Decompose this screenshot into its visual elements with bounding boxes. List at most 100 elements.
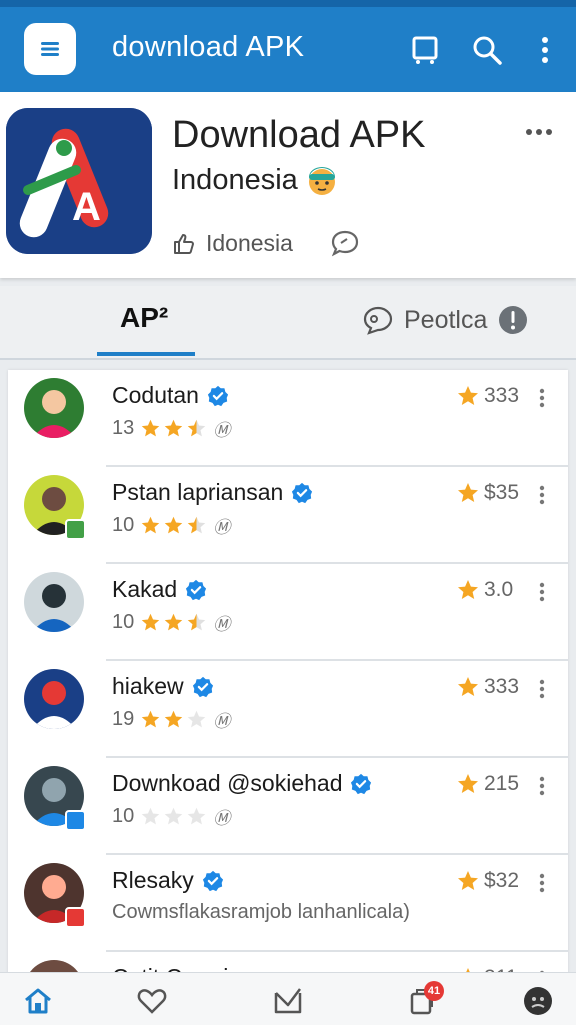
notification-badge: 41 <box>424 981 444 1001</box>
list-item[interactable]: Downkoad @sokiehad 215 10 Ⓜ <box>8 758 568 855</box>
star-icon <box>458 871 478 890</box>
item-rating-value: 333 <box>484 675 520 698</box>
avatar <box>24 572 84 632</box>
item-more-icon[interactable] <box>538 873 546 893</box>
region-label: Idonesia <box>206 230 293 256</box>
verified-icon <box>186 579 207 600</box>
alert-icon <box>499 306 528 334</box>
item-name-row: Codutan <box>112 382 229 409</box>
inbox-icon[interactable] <box>272 985 304 1017</box>
list-item[interactable]: Kakad 3.0 10 Ⓜ <box>8 564 568 661</box>
item-name: Pstan lapriansan <box>112 479 284 505</box>
more-horizontal-icon[interactable] <box>524 124 554 140</box>
item-name: Downkoad @sokiehad <box>112 770 343 796</box>
item-count: 10 <box>112 514 135 536</box>
star-icon <box>188 710 206 728</box>
item-name: hiakew <box>112 673 184 699</box>
item-tag: Ⓜ <box>213 615 231 634</box>
top-app-bar: download APK <box>0 0 576 92</box>
item-rating-value: 3.0 <box>484 578 514 601</box>
item-name: Rlesaky <box>112 867 194 893</box>
tab-bar: AP² Peotlca <box>0 286 576 360</box>
star-icon <box>458 580 478 599</box>
item-tag: Ⓜ <box>213 809 231 828</box>
active-tab-indicator <box>97 352 195 356</box>
item-name: Codutan <box>112 382 199 408</box>
star-rating <box>140 612 207 633</box>
star-icon <box>142 516 160 534</box>
item-rating: 333 <box>456 384 519 408</box>
app-title: Download APK <box>172 114 426 156</box>
thumbs-up-icon <box>174 233 194 254</box>
face-emoji-icon <box>308 166 335 195</box>
list-item[interactable]: Rlesaky $32 Cowmsflakasramjob lanhanlica… <box>8 855 568 952</box>
item-tag: Ⓜ <box>213 712 231 731</box>
item-name-row: Rlesaky <box>112 867 224 894</box>
star-rating <box>140 515 207 536</box>
item-stats: 10 Ⓜ <box>112 804 230 829</box>
item-count: 10 <box>112 611 135 633</box>
bottom-navigation: 41 <box>0 972 576 1025</box>
avatar-badge <box>65 519 86 540</box>
star-icon <box>165 613 183 631</box>
item-more-icon[interactable] <box>538 388 546 408</box>
heart-icon[interactable] <box>136 985 168 1017</box>
region-meta[interactable]: Idonesia <box>172 230 293 257</box>
app-header-card: A Download APK Indonesia Idonesia <box>0 92 576 278</box>
item-name-row: Pstan lapriansan <box>112 479 313 506</box>
verified-icon <box>351 773 372 794</box>
item-more-icon[interactable] <box>538 679 546 699</box>
app-list: Codutan 333 13 Ⓜ Pstan lapriansan $35 10 Ⓜ… <box>8 370 568 976</box>
star-icon <box>165 807 183 825</box>
star-icon <box>458 774 478 793</box>
menu-button[interactable] <box>24 23 76 75</box>
item-count: 10 <box>112 805 135 827</box>
item-count: 19 <box>112 708 135 730</box>
search-icon[interactable] <box>470 33 504 67</box>
avatar-badge <box>65 907 86 928</box>
star-icon <box>165 419 183 437</box>
star-icon <box>188 419 206 437</box>
avatar-badge <box>65 810 86 831</box>
overflow-menu-icon[interactable] <box>528 33 562 67</box>
star-icon <box>188 613 206 631</box>
tab-people-label: Peotlca <box>404 305 488 334</box>
star-icon <box>458 386 478 405</box>
list-item[interactable]: hiakew 333 19 Ⓜ <box>8 661 568 758</box>
profile-icon[interactable] <box>522 985 554 1017</box>
item-rating: $32 <box>456 869 519 893</box>
star-rating <box>140 806 207 827</box>
item-rating: $35 <box>456 481 519 505</box>
star-icon <box>142 613 160 631</box>
verified-icon <box>207 385 229 406</box>
list-item[interactable]: Codutan 333 13 Ⓜ <box>8 370 568 467</box>
avatar <box>24 669 84 729</box>
star-icon <box>188 516 206 534</box>
item-more-icon[interactable] <box>538 776 546 796</box>
people-chat-icon <box>363 306 393 335</box>
home-icon[interactable] <box>22 985 54 1017</box>
item-more-icon[interactable] <box>538 485 546 505</box>
star-icon <box>165 516 183 534</box>
item-stats: 10 Ⓜ <box>112 513 230 538</box>
app-subtitle: Indonesia <box>172 164 338 197</box>
chat-bubble-icon[interactable] <box>330 228 360 258</box>
item-name-row: Kakad <box>112 576 207 603</box>
avatar <box>24 378 84 438</box>
tab-people[interactable]: Peotlca <box>362 304 529 336</box>
star-icon <box>142 419 160 437</box>
verified-icon <box>192 676 213 697</box>
list-item[interactable]: Pstan lapriansan $35 10 Ⓜ <box>8 467 568 564</box>
subtitle-text: Indonesia <box>172 164 298 196</box>
verified-icon <box>292 482 313 503</box>
star-icon <box>458 483 478 502</box>
tab-apps[interactable]: AP² <box>120 302 168 334</box>
cart-icon[interactable] <box>408 33 442 67</box>
item-rating-value: 215 <box>484 772 520 795</box>
app-bar-title: download APK <box>112 31 305 63</box>
star-icon <box>165 710 183 728</box>
app-logo: A <box>6 108 152 254</box>
star-icon <box>142 710 160 728</box>
item-rating: 333 <box>456 675 519 699</box>
item-more-icon[interactable] <box>538 582 546 602</box>
